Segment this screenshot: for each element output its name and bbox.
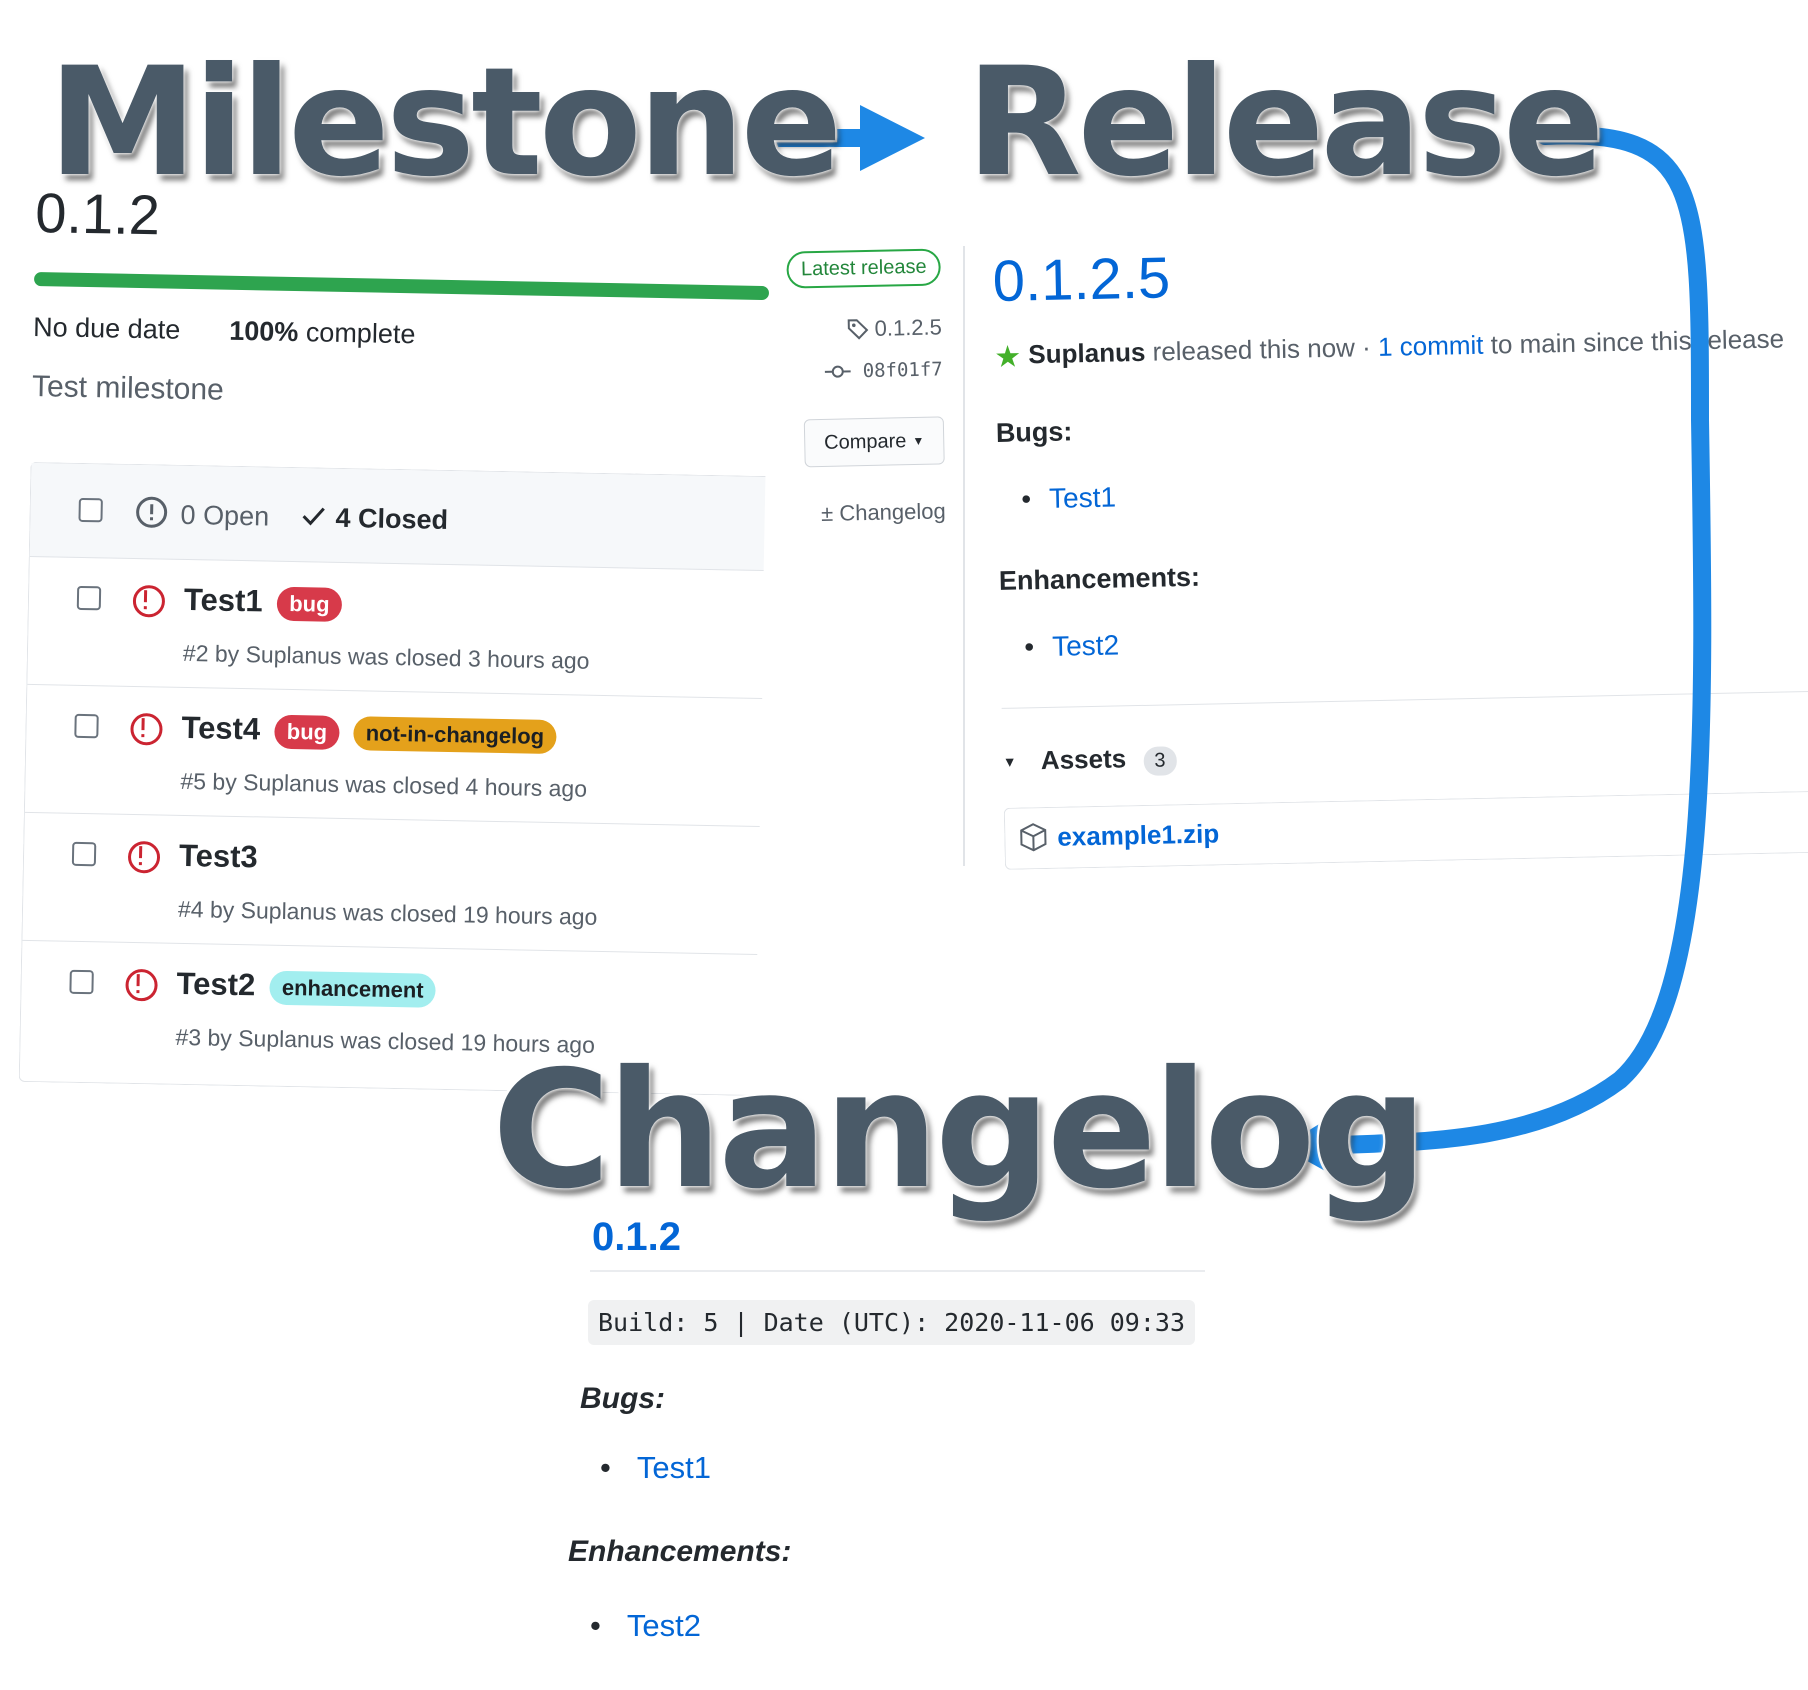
heading-release: Release bbox=[966, 36, 1605, 210]
arrow-release-to-changelog bbox=[1282, 126, 1712, 1182]
heading-changelog: Changelog bbox=[492, 1037, 1427, 1225]
flow-arrows bbox=[746, 105, 1712, 1182]
heading-milestone: Milestone bbox=[48, 36, 842, 210]
